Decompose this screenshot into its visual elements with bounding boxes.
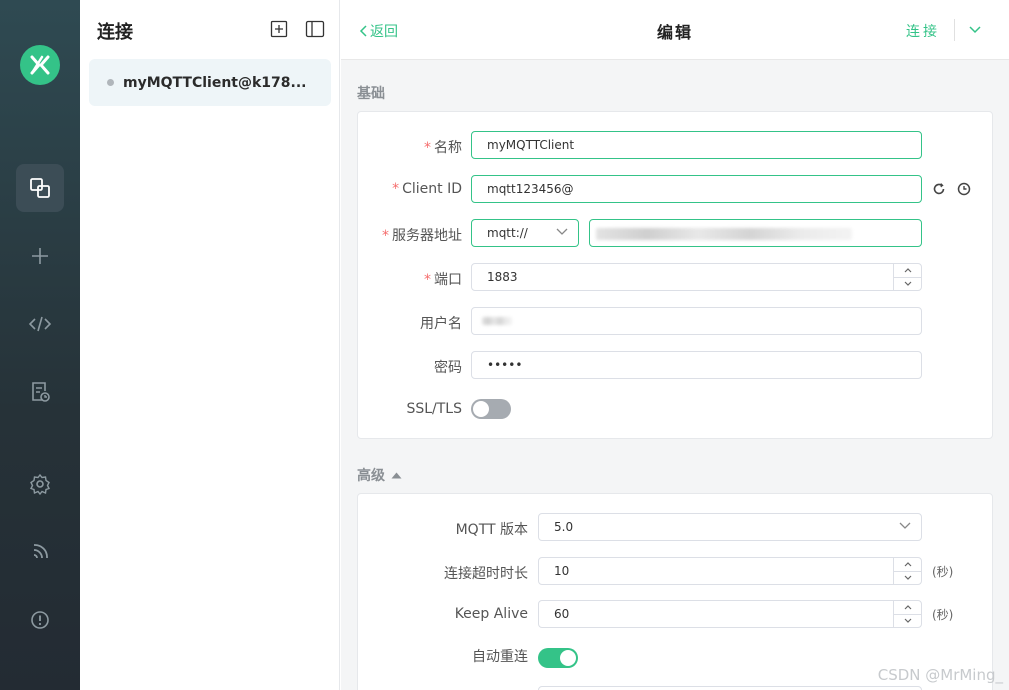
host-field[interactable]: [589, 219, 922, 247]
back-button[interactable]: 返回: [359, 21, 398, 41]
port-field[interactable]: 1883: [471, 263, 922, 291]
advanced-card: MQTT 版本 5.0 连接超时时长 10 (秒) Keep Alive 60: [357, 493, 993, 690]
client-id-row: * Client ID mqtt123456@: [358, 175, 994, 203]
clock-icon[interactable]: [956, 181, 972, 197]
divider: [954, 19, 955, 41]
top-bar: 返回 编辑 连接: [341, 0, 1009, 60]
port-row: * 端口 1883: [358, 263, 994, 291]
connection-list-panel: 连接 myMQTTClient@k178...: [80, 0, 340, 690]
decrement-icon[interactable]: [894, 278, 921, 291]
connect-button[interactable]: 连接: [906, 21, 940, 41]
redacted-username: [482, 317, 512, 325]
increment-icon[interactable]: [894, 601, 921, 615]
settings-icon[interactable]: [16, 460, 64, 508]
mqtt-version-label: MQTT 版本: [455, 522, 528, 538]
mqttx-logo-icon: [20, 45, 60, 85]
toggle-knob: [473, 401, 489, 417]
timeout-value: 10: [554, 564, 570, 578]
decrement-icon[interactable]: [894, 615, 921, 628]
timeout-stepper[interactable]: [893, 558, 921, 584]
password-row: 密码 •••••: [358, 351, 994, 379]
decrement-icon[interactable]: [894, 572, 921, 585]
app-sidebar: [0, 0, 80, 690]
name-row: * 名称 myMQTTClient: [358, 131, 994, 159]
keepalive-value: 60: [554, 607, 570, 621]
ssl-toggle[interactable]: [471, 399, 511, 419]
advanced-section-label[interactable]: 高级: [357, 465, 402, 485]
increment-icon[interactable]: [894, 558, 921, 572]
toggle-panel-icon[interactable]: [305, 19, 325, 39]
increment-icon[interactable]: [894, 264, 921, 278]
protocol-select[interactable]: mqtt://: [471, 219, 579, 247]
info-icon[interactable]: [16, 596, 64, 644]
chevron-down-icon: [899, 522, 911, 529]
mqtt-version-row: MQTT 版本 5.0: [358, 513, 994, 541]
host-row: * 服务器地址 mqtt://: [358, 219, 994, 247]
ssl-label: SSL/TLS: [406, 401, 462, 417]
timeout-label: 连接超时时长: [444, 566, 528, 582]
edit-connection-main: 返回 编辑 连接 基础 * 名称 myMQTTClient * Client ID …: [341, 0, 1009, 690]
connection-name: myMQTTClient@k178...: [123, 74, 307, 91]
advanced-section-text: 高级: [357, 468, 385, 484]
keepalive-label: Keep Alive: [454, 606, 528, 622]
log-icon[interactable]: [16, 368, 64, 416]
keepalive-stepper[interactable]: [893, 601, 921, 627]
password-label: 密码: [434, 360, 462, 376]
chevron-left-icon: [359, 25, 367, 37]
timeout-field[interactable]: 10: [538, 557, 922, 585]
redacted-host: [596, 228, 852, 240]
caret-up-icon: [391, 472, 402, 478]
code-icon[interactable]: [16, 300, 64, 348]
plus-icon[interactable]: [16, 232, 64, 280]
port-label: * 端口: [424, 272, 462, 288]
keepalive-field[interactable]: 60: [538, 600, 922, 628]
port-stepper[interactable]: [893, 264, 921, 290]
connection-item[interactable]: myMQTTClient@k178...: [89, 59, 331, 106]
basic-section-text: 基础: [357, 86, 385, 102]
keepalive-row: Keep Alive 60 (秒): [358, 600, 994, 628]
host-label: * 服务器地址: [382, 228, 462, 244]
timeout-unit: (秒): [932, 565, 954, 579]
reconnect-label: 自动重连: [472, 649, 528, 665]
client-id-field[interactable]: mqtt123456@: [471, 175, 922, 203]
protocol-value: mqtt://: [487, 226, 528, 240]
ssl-row: SSL/TLS: [358, 399, 994, 427]
connections-title: 连接: [97, 22, 133, 43]
client-id-label: * Client ID: [392, 181, 462, 197]
mqtt-version-select[interactable]: 5.0: [538, 513, 922, 541]
connections-icon[interactable]: [16, 164, 64, 212]
name-label: * 名称: [424, 140, 462, 156]
toggle-knob: [560, 650, 576, 666]
username-row: 用户名: [358, 307, 994, 335]
username-label: 用户名: [420, 316, 462, 332]
basic-section-label: 基础: [357, 83, 385, 103]
status-dot: [107, 79, 114, 86]
chevron-down-icon: [556, 228, 568, 235]
timeout-row: 连接超时时长 10 (秒): [358, 557, 994, 585]
basic-card: * 名称 myMQTTClient * Client ID mqtt123456@ …: [357, 111, 993, 439]
watermark: CSDN @MrMing_: [877, 666, 1003, 684]
next-field[interactable]: [538, 686, 922, 690]
chevron-down-icon[interactable]: [966, 20, 984, 40]
back-label: 返回: [370, 24, 398, 40]
mqtt-version-value: 5.0: [554, 520, 574, 534]
keepalive-unit: (秒): [932, 608, 954, 622]
password-field[interactable]: •••••: [471, 351, 922, 379]
port-value: 1883: [487, 270, 518, 284]
username-field[interactable]: [471, 307, 922, 335]
new-connection-icon[interactable]: [269, 19, 289, 39]
reconnect-toggle[interactable]: [538, 648, 578, 668]
refresh-icon[interactable]: [931, 181, 947, 197]
name-field[interactable]: myMQTTClient: [471, 131, 922, 159]
feed-icon[interactable]: [16, 528, 64, 576]
